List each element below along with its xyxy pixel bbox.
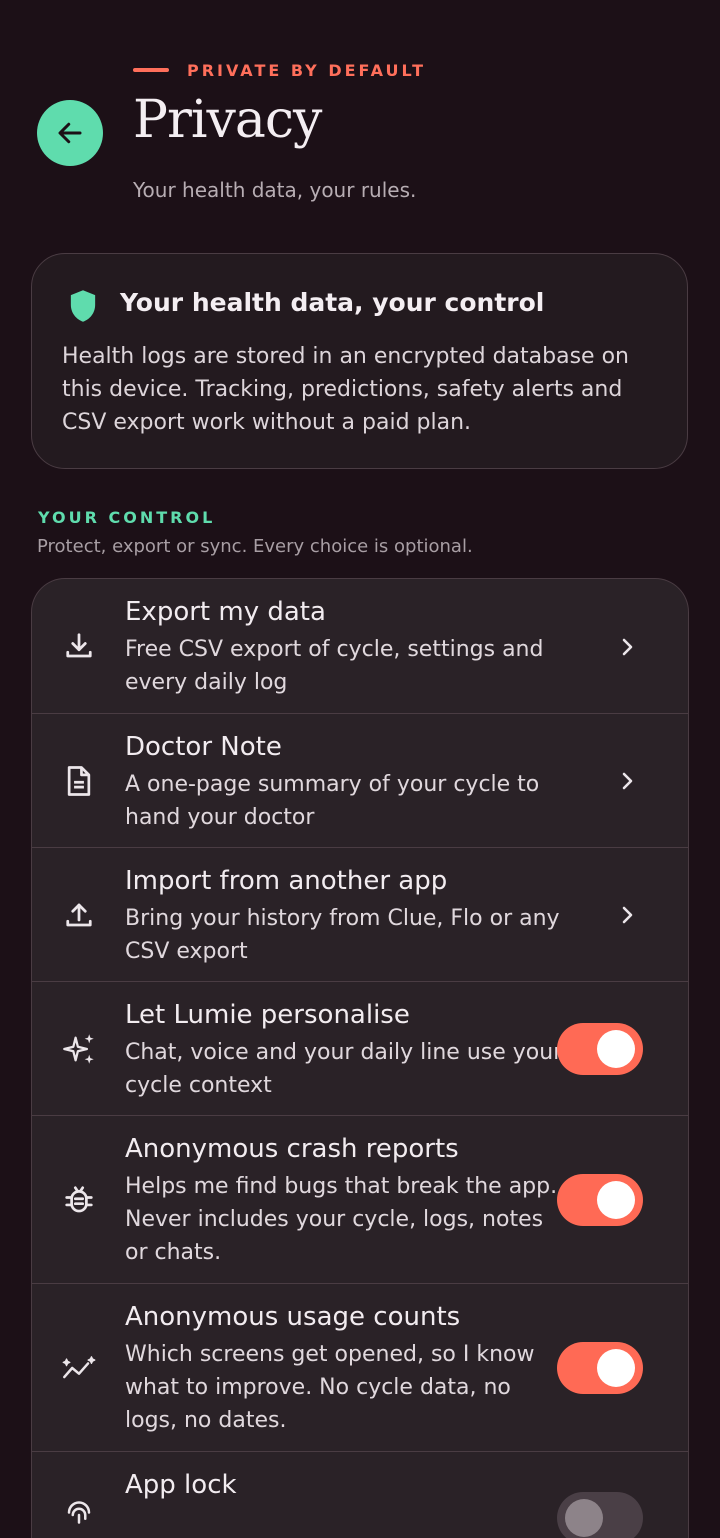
usage-counts-toggle[interactable] — [557, 1342, 643, 1394]
shield-icon — [70, 290, 96, 322]
page-subtitle: Your health data, your rules. — [133, 178, 417, 202]
list-item-desc: Bring your history from Clue, Flo or any… — [125, 906, 560, 964]
list-item-title: Import from another app — [125, 866, 448, 896]
list-item-app-lock: App lock — [32, 1452, 688, 1538]
download-icon — [62, 629, 96, 663]
eyebrow: PRIVATE BY DEFAULT — [133, 58, 426, 82]
document-icon — [62, 764, 96, 798]
list-item-desc: Helps me find bugs that break the app. N… — [125, 1174, 558, 1265]
arrow-left-icon — [58, 122, 82, 144]
section-label: YOUR CONTROL — [38, 508, 216, 527]
analytics-icon — [62, 1351, 96, 1385]
bug-icon — [62, 1183, 96, 1217]
settings-list: Export my data Free CSV export of cycle,… — [31, 578, 689, 1538]
list-item-desc: Free CSV export of cycle, settings and e… — [125, 637, 544, 695]
section-subtitle: Protect, export or sync. Every choice is… — [37, 536, 473, 557]
list-item-desc: A one-page summary of your cycle to hand… — [125, 772, 540, 830]
page-title: Privacy — [133, 90, 322, 150]
eyebrow-dash — [133, 68, 169, 72]
chevron-right-icon — [618, 905, 638, 925]
list-item-personalise: Let Lumie personalise Chat, voice and yo… — [32, 982, 688, 1116]
chevron-right-icon — [618, 637, 638, 657]
info-card-title: Your health data, your control — [120, 288, 545, 317]
upload-icon — [62, 898, 96, 932]
info-card: Your health data, your control Health lo… — [31, 253, 688, 469]
list-item-desc: Chat, voice and your daily line use your… — [125, 1040, 563, 1098]
fingerprint-icon — [62, 1498, 96, 1532]
list-item-title: App lock — [125, 1470, 237, 1500]
list-item-import[interactable]: Import from another app Bring your histo… — [32, 848, 688, 982]
list-item-title: Export my data — [125, 597, 326, 627]
personalise-toggle[interactable] — [557, 1023, 643, 1075]
list-item-desc: Which screens get opened, so I know what… — [125, 1342, 535, 1433]
sparkle-icon — [62, 1032, 96, 1066]
eyebrow-text: PRIVATE BY DEFAULT — [187, 60, 426, 80]
chevron-right-icon — [618, 771, 638, 791]
back-button[interactable] — [37, 100, 103, 166]
list-item-usage-counts: Anonymous usage counts Which screens get… — [32, 1284, 688, 1452]
app-lock-toggle[interactable] — [557, 1492, 643, 1538]
list-item-title: Anonymous crash reports — [125, 1134, 459, 1164]
list-item-title: Anonymous usage counts — [125, 1302, 461, 1332]
crash-reports-toggle[interactable] — [557, 1174, 643, 1226]
list-item-export[interactable]: Export my data Free CSV export of cycle,… — [32, 579, 688, 714]
list-item-crash-reports: Anonymous crash reports Helps me find bu… — [32, 1116, 688, 1284]
list-item-title: Let Lumie personalise — [125, 1000, 410, 1030]
info-card-body: Health logs are stored in an encrypted d… — [62, 344, 629, 435]
list-item-doctor-note[interactable]: Doctor Note A one-page summary of your c… — [32, 714, 688, 848]
list-item-title: Doctor Note — [125, 732, 282, 762]
